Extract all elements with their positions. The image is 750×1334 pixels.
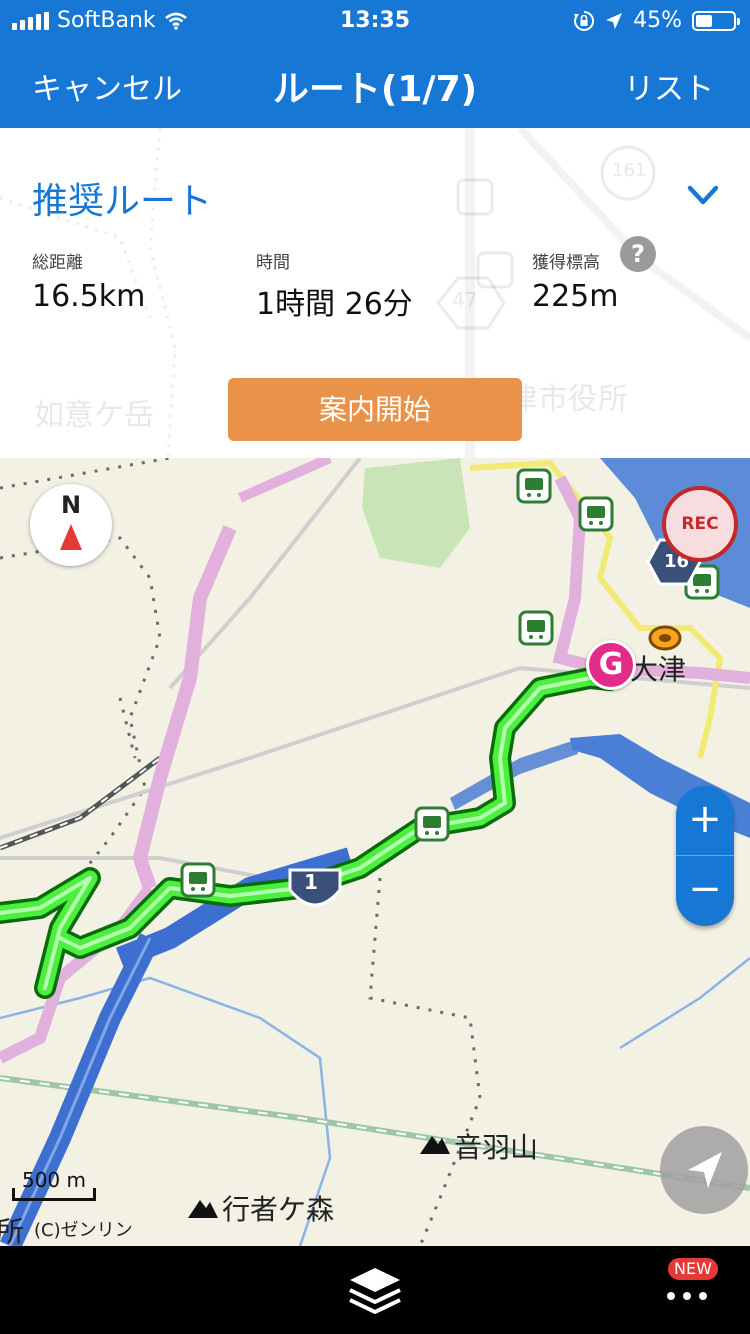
new-badge: NEW [668,1258,718,1280]
goal-marker[interactable]: G [586,640,636,690]
station-label: 大津 [630,653,687,686]
start-navigation-button[interactable]: 案内開始 [228,378,522,441]
time-value: 1時間 26分 [256,287,413,322]
orientation-lock-icon [574,10,595,31]
train-station-icon[interactable] [180,862,216,898]
map-scale: 500 m [12,1168,96,1201]
route-line [0,667,621,999]
mountain-label-gyoja: 行者ケ森 [222,1193,335,1226]
zoom-control: + − [676,786,734,926]
status-right: 45% [573,8,740,33]
cancel-button[interactable]: キャンセル [32,64,182,108]
list-button[interactable]: リスト [624,64,714,108]
route-name[interactable]: 推奨ルート [32,172,212,224]
train-station-icon[interactable] [518,610,554,646]
route-summary-card: 161 47 如意ケ岳 大津市役所 推奨ルート 総距離 16.5km 時間 1時… [0,128,750,459]
battery-percent: 45% [633,8,682,33]
current-location-button[interactable] [660,1126,748,1214]
mountain-icon [188,1200,218,1218]
map-view[interactable]: 1 16 大津 音羽山 行者ケ森 所 G N REC + − 500 m (C)… [0,458,750,1246]
mountain-label-otowa: 音羽山 [454,1131,539,1164]
navigation-bar: キャンセル ルート(1/7) リスト [0,40,750,128]
zoom-in-button[interactable]: + [676,786,734,856]
north-arrow-icon [60,524,82,550]
time-stat: 時間 1時間 26分 [256,248,413,323]
compass-north-label: N [60,491,82,519]
map-canvas[interactable] [0,458,750,1246]
elevation-stat: 獲得標高 225m [532,248,618,314]
more-icon[interactable] [664,1286,710,1306]
edge-label: 所 [0,1215,25,1246]
time-label: 時間 [256,253,290,273]
train-station-icon[interactable] [578,496,614,532]
zoom-out-button[interactable]: − [676,856,734,926]
distance-stat: 総距離 16.5km [32,248,145,314]
map-credit: (C)ゼンリン [34,1220,133,1241]
train-station-icon[interactable] [516,468,552,504]
scale-label: 500 m [21,1168,86,1192]
record-button[interactable]: REC [662,486,738,562]
mountain-label-faint: 如意ケ岳 [34,398,154,433]
route-161-shield-faint: 161 [612,160,647,181]
battery-icon [692,10,740,31]
layers-icon[interactable] [346,1264,404,1320]
elevation-label: 獲得標高 [532,253,600,273]
distance-label: 総距離 [32,253,83,273]
status-bar: SoftBank 13:35 45% [0,0,750,40]
bottom-toolbar: NEW [0,1246,750,1334]
train-station-icon[interactable] [414,806,450,842]
location-arrow-icon [606,12,623,29]
distance-value: 16.5km [32,279,146,314]
elevation-value: 225m [532,279,619,314]
chevron-down-icon[interactable] [686,178,720,212]
route-1-number: 1 [304,870,318,894]
location-arrow-icon [688,1152,722,1188]
help-icon[interactable]: ? [620,236,656,272]
compass-button[interactable]: N [30,484,112,566]
route-47-shield-faint: 47 [452,288,478,312]
